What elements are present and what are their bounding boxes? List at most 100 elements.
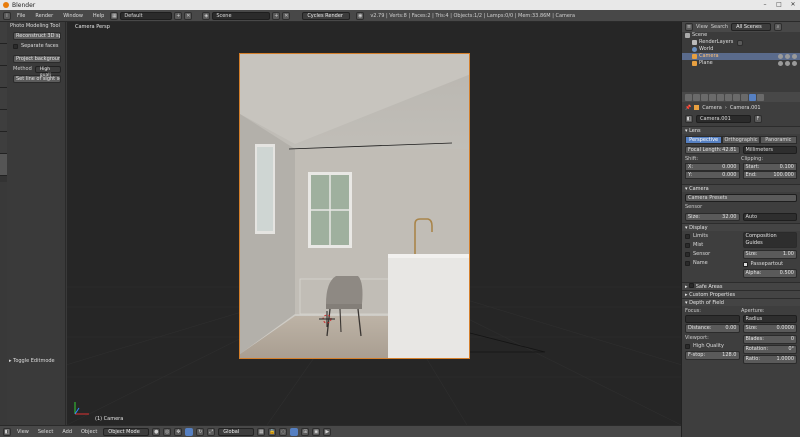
add-layout-icon[interactable]: + bbox=[174, 11, 183, 20]
render-layers-tab-icon[interactable] bbox=[693, 93, 700, 101]
tab-relations[interactable] bbox=[0, 66, 7, 88]
camera-panel-header[interactable]: ▾ Camera bbox=[682, 184, 800, 192]
menu-view[interactable]: View bbox=[14, 429, 32, 435]
limits-checkbox[interactable]: Limits bbox=[685, 232, 740, 240]
add-scene-icon[interactable]: + bbox=[272, 11, 281, 20]
viewport-shading-icon[interactable]: ● bbox=[152, 427, 161, 436]
remove-layout-icon[interactable]: ✕ bbox=[184, 11, 193, 20]
render-animation-icon[interactable]: ▶ bbox=[323, 427, 332, 436]
tab-misc[interactable] bbox=[0, 154, 7, 176]
passepartout-checkbox[interactable]: Passepartout bbox=[742, 260, 798, 268]
camera-data-icon[interactable]: ◧ bbox=[685, 114, 693, 123]
lens-panel-header[interactable]: ▾ Lens bbox=[682, 126, 800, 134]
panoramic-button[interactable]: Panoramic bbox=[759, 136, 797, 144]
outliner-filter-dropdown[interactable]: All Scenes bbox=[731, 23, 772, 31]
3d-viewport[interactable]: Camera Persp (1) Camera bbox=[67, 22, 681, 425]
opengl-render-icon[interactable]: ▣ bbox=[312, 427, 321, 436]
fake-user-button[interactable]: F bbox=[754, 114, 762, 123]
menu-object[interactable]: Object bbox=[78, 429, 100, 435]
display-panel-header[interactable]: ▾ Display bbox=[682, 223, 800, 231]
toggle-editmode-panel[interactable]: ▸ Toggle Editmode bbox=[9, 358, 55, 364]
composition-guides-dropdown[interactable]: Composition Guides bbox=[742, 232, 797, 248]
data-tab-icon[interactable] bbox=[741, 93, 748, 101]
rotation-field[interactable]: Rotation: 0° bbox=[742, 345, 797, 354]
menu-add[interactable]: Add bbox=[59, 429, 75, 435]
shift-y-field[interactable]: Y: 0.000 bbox=[685, 171, 740, 179]
focal-length-field[interactable]: Focal Length: 42.81 bbox=[685, 146, 740, 154]
blades-field[interactable]: Blades: 0 bbox=[742, 335, 797, 344]
clip-end-field[interactable]: End: 100.000 bbox=[742, 171, 797, 179]
tab-grease-pencil[interactable] bbox=[0, 132, 7, 154]
rotate-icon[interactable]: ↻ bbox=[196, 427, 205, 436]
alpha-field[interactable]: Alpha: 0.500 bbox=[742, 269, 797, 278]
menu-help[interactable]: Help bbox=[89, 13, 108, 19]
display-size-field[interactable]: Size: 1.00 bbox=[742, 250, 797, 259]
render-icon[interactable] bbox=[792, 54, 797, 59]
method-dropdown[interactable]: High quali bbox=[34, 65, 61, 78]
ratio-field[interactable]: Ratio: 1.0000 bbox=[742, 355, 797, 364]
checkbox-icon[interactable] bbox=[685, 233, 690, 239]
outliner-menu-view[interactable]: View bbox=[696, 24, 708, 30]
remove-scene-icon[interactable]: ✕ bbox=[282, 11, 291, 20]
eye-icon[interactable] bbox=[778, 54, 783, 59]
lock-icon[interactable]: 🔒 bbox=[268, 427, 277, 436]
tab-tools[interactable] bbox=[0, 22, 7, 44]
separate-faces-toggle[interactable]: Separate faces bbox=[13, 42, 61, 50]
editor-type-3d-icon[interactable]: ◧ bbox=[3, 427, 11, 436]
mist-checkbox[interactable]: Mist bbox=[685, 241, 740, 249]
maximize-icon[interactable]: □ bbox=[772, 0, 786, 10]
checkbox-icon[interactable] bbox=[685, 260, 690, 266]
camera-visibility-icon[interactable] bbox=[737, 39, 744, 46]
menu-select[interactable]: Select bbox=[35, 429, 56, 435]
sensor-fit-dropdown[interactable]: Auto bbox=[742, 213, 797, 221]
screen-layout-field[interactable]: Default bbox=[120, 11, 173, 20]
focus-object-field[interactable] bbox=[685, 315, 740, 323]
panel-header-photo-modeling[interactable]: Photo Modeling Tool bbox=[7, 22, 65, 30]
menu-window[interactable]: Window bbox=[59, 13, 87, 19]
dof-panel-header[interactable]: ▾ Depth of Field bbox=[682, 298, 800, 306]
outliner-item-camera[interactable]: Camera bbox=[682, 53, 800, 60]
editor-type-icon[interactable]: i bbox=[3, 11, 11, 20]
tab-physics[interactable] bbox=[0, 110, 7, 132]
world-tab-icon[interactable] bbox=[709, 93, 716, 101]
physics-tab-icon[interactable] bbox=[757, 93, 764, 101]
outliner-item-world[interactable]: World bbox=[682, 46, 800, 53]
outliner-menu-search[interactable]: Search bbox=[711, 24, 728, 30]
proportional-edit-icon[interactable]: ◌ bbox=[279, 427, 288, 436]
cursor-icon[interactable] bbox=[785, 54, 790, 59]
camera-data-tab-icon[interactable] bbox=[749, 93, 756, 101]
lens-unit-dropdown[interactable]: Millimeters bbox=[742, 146, 797, 154]
render-icon[interactable] bbox=[792, 61, 797, 66]
menu-file[interactable]: File bbox=[13, 13, 29, 19]
render-engine-dropdown[interactable]: Cycles Render bbox=[302, 11, 351, 20]
custom-properties-panel-header[interactable]: ▸ Custom Properties bbox=[682, 290, 800, 298]
aperture-size-field[interactable]: Size: 0.0000 bbox=[742, 324, 797, 333]
scene-icon[interactable]: ◈ bbox=[202, 11, 211, 20]
cursor-icon[interactable] bbox=[785, 61, 790, 66]
outliner-editor-icon[interactable]: ≡ bbox=[685, 23, 693, 31]
translate-icon[interactable] bbox=[185, 427, 194, 436]
perspective-button[interactable]: Perspective bbox=[685, 136, 723, 144]
safe-areas-panel-header[interactable]: ▸ Safe Areas bbox=[682, 282, 800, 290]
tab-create[interactable] bbox=[0, 44, 7, 66]
project-background-button[interactable]: Project backgroun... bbox=[13, 55, 61, 63]
modifiers-tab-icon[interactable] bbox=[733, 93, 740, 101]
manipulator-icon[interactable]: ✥ bbox=[174, 427, 183, 436]
datablock-name-field[interactable]: Camera.001 bbox=[696, 114, 751, 123]
checkbox-checked-icon[interactable] bbox=[742, 261, 748, 267]
outliner-item-scene[interactable]: Scene bbox=[682, 32, 800, 39]
close-icon[interactable]: ✕ bbox=[786, 0, 800, 10]
tab-animation[interactable] bbox=[0, 88, 7, 110]
snap-icon[interactable] bbox=[290, 427, 299, 436]
screen-layout-icon[interactable]: ▦ bbox=[110, 11, 119, 20]
checkbox-icon[interactable] bbox=[685, 251, 690, 257]
checkbox-icon[interactable] bbox=[685, 242, 690, 248]
sensor-size-field[interactable]: Size: 32.00 bbox=[685, 213, 740, 221]
pin-icon[interactable]: 📌 bbox=[685, 105, 691, 111]
fstop-field[interactable]: F-stop: 128.0 bbox=[685, 351, 740, 360]
render-tab-icon[interactable] bbox=[685, 93, 692, 101]
checkbox-icon[interactable] bbox=[685, 343, 690, 349]
scale-icon[interactable]: ⤢ bbox=[207, 427, 216, 436]
reconstruct-button[interactable]: Reconstruct 3D sp... bbox=[13, 32, 61, 40]
line-of-sight-button[interactable]: Set line of sight scal... bbox=[13, 75, 61, 83]
